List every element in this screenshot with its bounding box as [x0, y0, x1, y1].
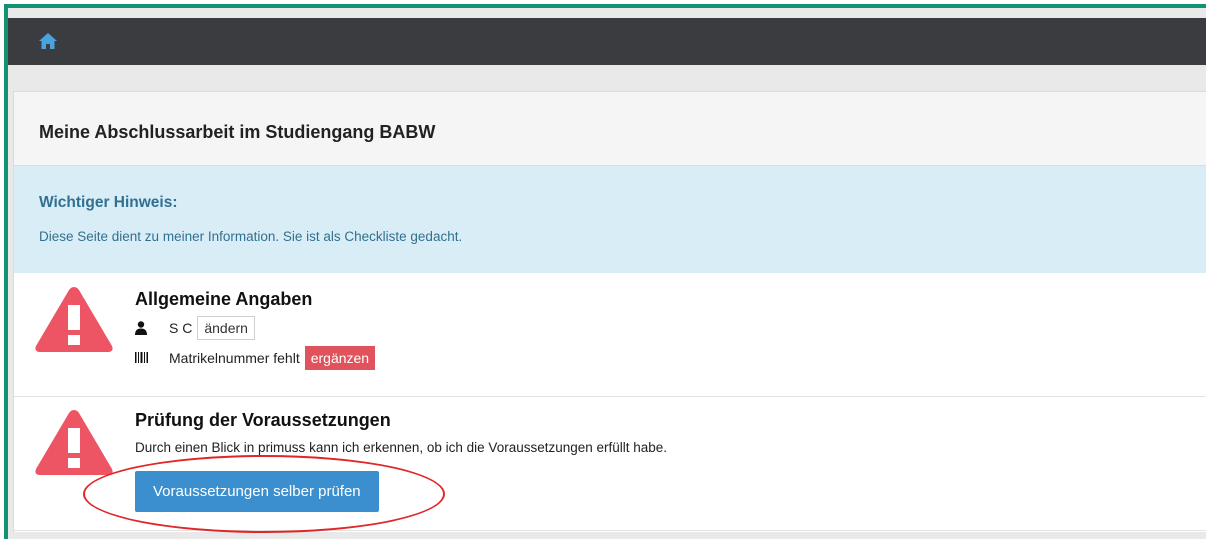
section-description: Durch einen Blick in primuss kann ich er… — [135, 440, 668, 455]
warning-icon — [35, 410, 113, 475]
section-requirements: Prüfung der Voraussetzungen Durch einen … — [14, 397, 1206, 531]
barcode-icon — [135, 352, 148, 363]
top-navbar — [8, 18, 1206, 65]
top-strip — [0, 0, 1206, 4]
section-title: Prüfung der Voraussetzungen — [135, 410, 391, 430]
user-icon — [135, 321, 147, 335]
student-name: S C — [169, 320, 193, 336]
section-general-info: Allgemeine Angaben S C ändern Matrikelnu… — [14, 273, 1206, 397]
info-notice: Wichtiger Hinweis: Diese Seite dient zu … — [14, 166, 1206, 273]
section-content: Allgemeine Angaben S C ändern Matrikelnu… — [135, 289, 376, 370]
check-requirements-button[interactable]: Voraussetzungen selber prüfen — [135, 471, 379, 512]
notice-title: Wichtiger Hinweis: — [39, 194, 178, 211]
thesis-panel: Meine Abschlussarbeit im Studiengang BAB… — [13, 91, 1206, 532]
section-title: Allgemeine Angaben — [135, 289, 313, 309]
home-icon[interactable] — [38, 31, 58, 51]
page-title: Meine Abschlussarbeit im Studiengang BAB… — [14, 92, 1206, 166]
add-matrikel-button[interactable]: ergänzen — [304, 346, 376, 370]
name-row: S C ändern — [135, 316, 375, 340]
edit-name-button[interactable]: ändern — [197, 316, 255, 340]
notice-text: Diese Seite dient zu meiner Information.… — [39, 229, 463, 244]
matrikel-status: Matrikelnummer fehlt — [169, 350, 300, 366]
app-window: Meine Abschlussarbeit im Studiengang BAB… — [4, 4, 1206, 539]
section-content: Prüfung der Voraussetzungen Durch einen … — [135, 410, 667, 512]
warning-icon — [35, 287, 113, 352]
matrikel-row: Matrikelnummer fehlt ergänzen — [135, 346, 376, 370]
